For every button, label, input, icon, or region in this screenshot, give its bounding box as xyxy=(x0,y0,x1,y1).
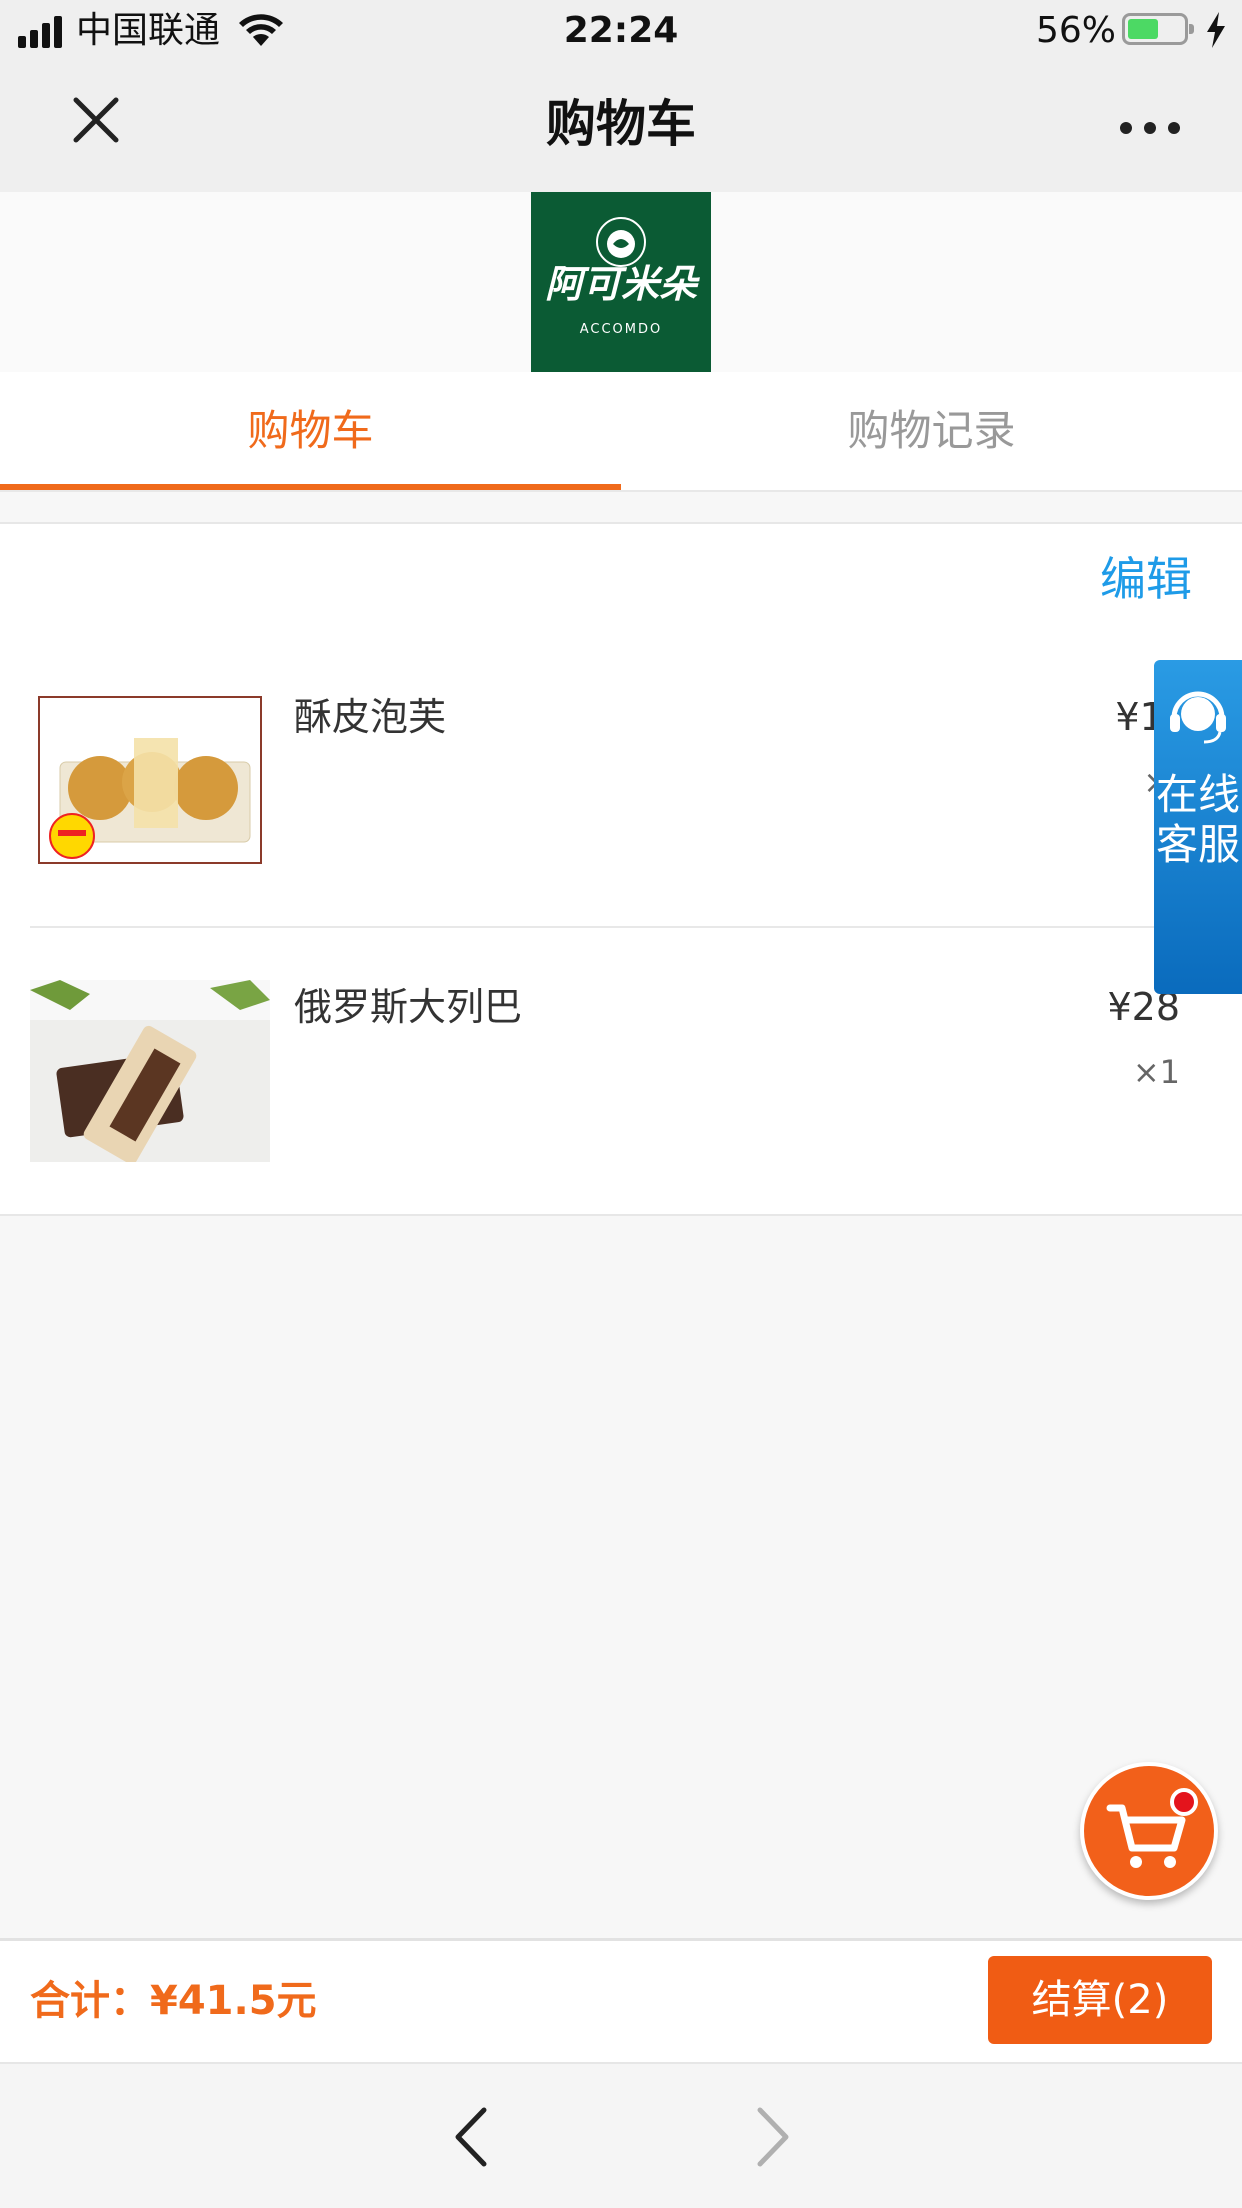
page-title: 购物车 xyxy=(546,95,696,153)
product-price: ¥28 xyxy=(1107,985,1180,1029)
chevron-left-icon[interactable] xyxy=(446,2102,496,2172)
cream-puff-image xyxy=(40,698,260,862)
product-image-puff[interactable] xyxy=(38,696,262,864)
chevron-right-icon[interactable] xyxy=(748,2102,798,2172)
online-service-button[interactable]: 在线客服 xyxy=(1154,660,1242,994)
shopping-cart-icon xyxy=(1106,1804,1186,1868)
battery-icon xyxy=(1122,13,1194,45)
product-name: 酥皮泡芙 xyxy=(294,695,447,739)
product-name: 俄罗斯大列巴 xyxy=(294,985,523,1029)
checkout-button[interactable]: 结算(2) xyxy=(988,1956,1212,2044)
russian-bread-image xyxy=(30,980,270,1162)
tab-purchase-history[interactable]: 购物记录 xyxy=(621,372,1242,490)
active-tab-indicator xyxy=(0,484,621,490)
logo-text: 阿可米朵 xyxy=(544,261,697,306)
status-bar: 中国联通 22:24 56% xyxy=(0,0,1242,62)
cart-badge xyxy=(1170,1788,1198,1816)
order-total: 合计：¥41.5元 xyxy=(30,1978,317,2024)
logo-subtext: ACCOMDO xyxy=(579,322,663,337)
tab-bar: 购物车 购物记录 xyxy=(0,372,1242,492)
floating-cart-button[interactable] xyxy=(1080,1762,1218,1900)
online-service-label: 在线客服 xyxy=(1155,770,1240,869)
brand-logo: 阿可米朵 ACCOMDO xyxy=(531,192,711,372)
item-divider xyxy=(30,926,1242,928)
charging-bolt-icon xyxy=(1207,12,1225,48)
headset-icon xyxy=(1170,691,1226,744)
tab-cart[interactable]: 购物车 xyxy=(0,372,621,490)
more-dots-icon[interactable] xyxy=(1110,100,1190,152)
browser-toolbar xyxy=(0,2062,1242,2208)
logo-emblem-icon xyxy=(596,217,646,267)
edit-button[interactable]: 编辑 xyxy=(1100,548,1240,610)
product-quantity: ×1 xyxy=(1132,1053,1180,1091)
product-quantity: × xyxy=(1000,762,1170,802)
battery-percent: 56% xyxy=(1036,10,1117,51)
product-image-bread[interactable] xyxy=(30,980,270,1162)
